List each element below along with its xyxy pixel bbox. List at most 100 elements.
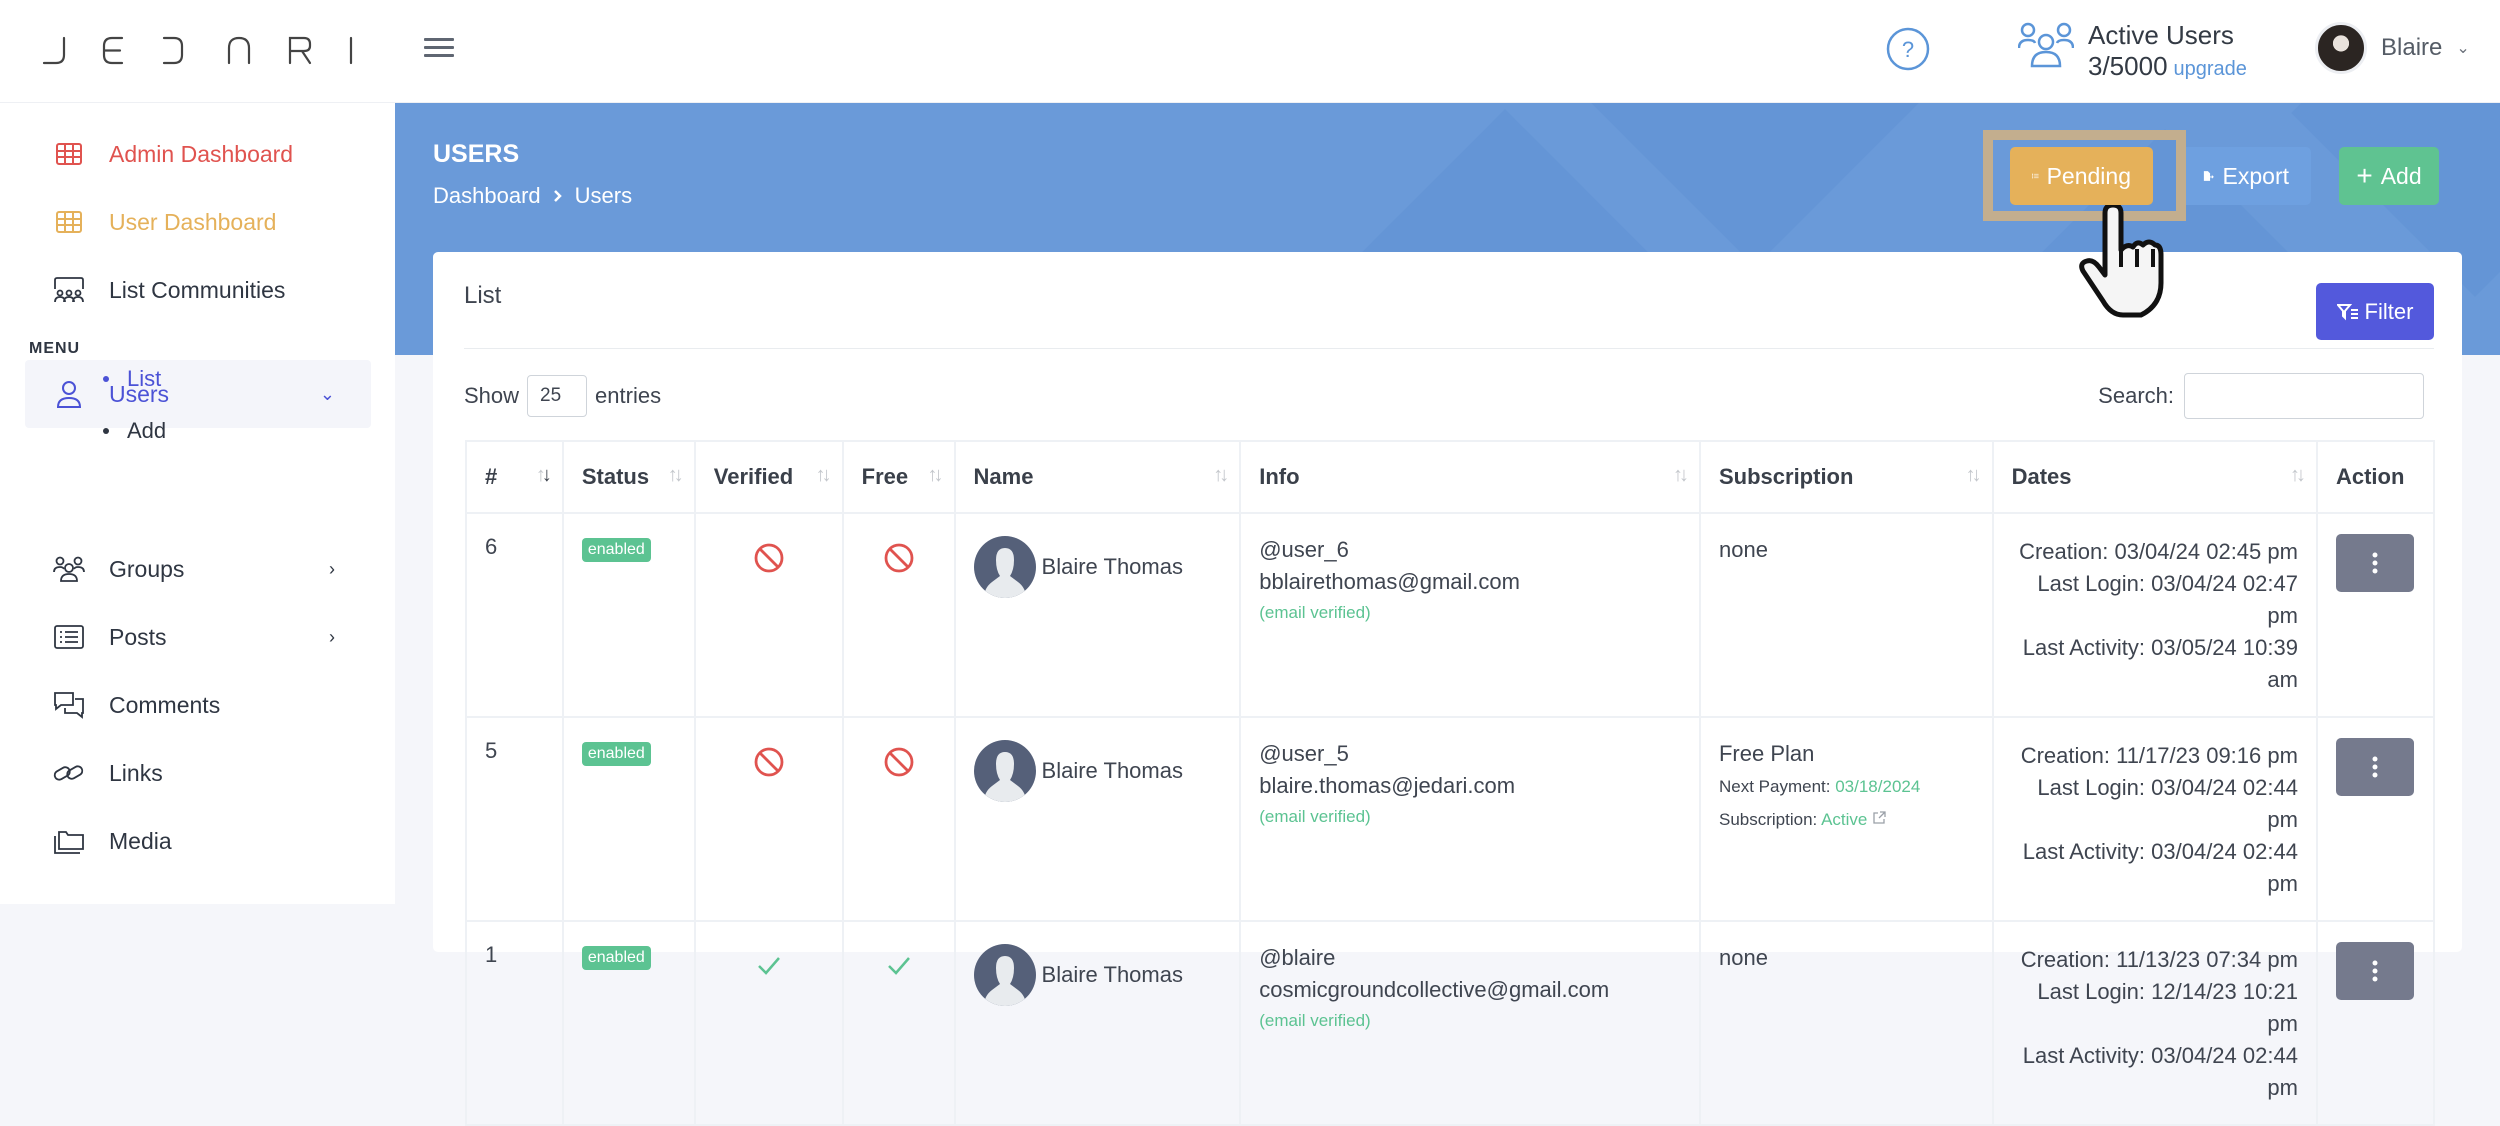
sidebar-item-groups[interactable]: Groups ›: [25, 535, 371, 603]
next-payment-label: Next Payment:: [1718, 777, 1831, 796]
breadcrumb-dashboard[interactable]: Dashboard: [433, 183, 541, 209]
check-icon: [887, 957, 910, 975]
sidebar-item-admin-dashboard[interactable]: Admin Dashboard: [25, 120, 371, 188]
sidebar-item-links[interactable]: Links: [25, 739, 371, 807]
cell-verified: [693, 512, 844, 718]
column-header-verified[interactable]: Verified ↑↓: [693, 440, 844, 514]
column-label: Status: [581, 464, 650, 489]
cell-status: enabled: [561, 512, 696, 718]
add-user-button[interactable]: + Add: [2339, 147, 2439, 205]
sidebar-subitem-add[interactable]: Add: [103, 418, 166, 444]
user-menu-button[interactable]: Blaire ⌄: [2315, 22, 2470, 74]
cell-name: Blaire Thomas: [953, 920, 1242, 1126]
export-button[interactable]: Export: [2181, 147, 2311, 205]
page-title: USERS: [433, 140, 520, 168]
sidebar-toggle-button[interactable]: [424, 38, 454, 64]
table-row[interactable]: 6 enabled Blaire Thomas @user_6 bblairet…: [465, 512, 2436, 718]
filter-button[interactable]: Filter: [2316, 283, 2434, 340]
sidebar-subitem-list[interactable]: List: [103, 366, 161, 392]
sidebar-item-list-communities[interactable]: List Communities: [25, 256, 371, 324]
column-header-info[interactable]: Info ↑↓: [1239, 440, 1701, 514]
show-label: Show: [464, 383, 520, 408]
avatar[interactable]: [973, 536, 1036, 598]
username: @user_5: [1259, 741, 1349, 766]
chevron-right-icon: [553, 190, 562, 202]
sidebar-item-comments[interactable]: Comments: [25, 671, 371, 739]
external-link-icon[interactable]: [1872, 811, 1886, 825]
table-row[interactable]: 5 enabled Blaire Thomas @user_5 blaire.t…: [465, 716, 2436, 922]
sidebar-item-posts[interactable]: Posts ›: [25, 603, 371, 671]
filter-icon: [2336, 303, 2358, 320]
breadcrumb: Dashboard Users: [433, 183, 632, 209]
list-icon: [2032, 173, 2039, 179]
column-header-status[interactable]: Status ↑↓: [561, 440, 696, 514]
cell-subscription: Free Plan Next Payment: 03/18/2024 Subscri…: [1698, 716, 1994, 922]
grid-icon: [53, 138, 85, 170]
column-header-id[interactable]: # ↑↓: [465, 440, 564, 514]
sort-icon: ↑↓: [1965, 464, 1982, 486]
cell-info: @user_6 bblairethomas@gmail.com (email v…: [1239, 512, 1701, 718]
status-badge: enabled: [581, 946, 651, 970]
table-row[interactable]: 1 enabled Blaire Thomas @blaire cosmicgr…: [465, 920, 2436, 1126]
cell-info: @blaire cosmicgroundcollective@gmail.com…: [1239, 920, 1701, 1126]
sidebar-item-label: User Dashboard: [109, 208, 277, 235]
user-name-link[interactable]: Blaire Thomas: [1042, 758, 1183, 784]
entries-label: entries: [595, 383, 662, 408]
top-header: ? Active Users 3/5000 upgrade Blaire ⌄: [0, 0, 2500, 103]
next-payment-date: 03/18/2024: [1835, 777, 1921, 796]
username: @user_6: [1259, 537, 1349, 562]
column-header-subscription[interactable]: Subscription ↑↓: [1698, 440, 1994, 514]
jedari-logo[interactable]: [42, 30, 362, 70]
cell-verified: [693, 920, 844, 1126]
column-header-free[interactable]: Free ↑↓: [841, 440, 956, 514]
cell-action: [2315, 920, 2436, 1126]
pending-button[interactable]: Pending: [2010, 147, 2153, 205]
pending-label: Pending: [2046, 162, 2131, 189]
question-circle-icon[interactable]: ?: [1885, 26, 1931, 72]
search-input[interactable]: [2184, 373, 2424, 419]
last-login-date: Last Login: 12/14/23 10:21 pm: [2037, 979, 2298, 1036]
user-name-link[interactable]: Blaire Thomas: [1042, 962, 1183, 988]
chevron-right-icon: ›: [329, 558, 335, 579]
upgrade-link[interactable]: upgrade: [2174, 58, 2247, 80]
sidebar-item-media[interactable]: Media: [25, 807, 371, 875]
row-actions-button[interactable]: [2335, 942, 2414, 1000]
cell-subscription: none: [1698, 920, 1994, 1126]
hamburger-line: [424, 38, 454, 41]
sort-icon: ↑↓: [1672, 464, 1689, 486]
status-badge: enabled: [581, 742, 651, 766]
menu-section-label: MENU: [29, 340, 81, 357]
entries-per-page-select[interactable]: 25: [527, 375, 588, 417]
subscription-status-link[interactable]: Active: [1821, 810, 1867, 829]
divider: [464, 348, 2434, 349]
column-label: Name: [973, 464, 1034, 489]
avatar[interactable]: [973, 944, 1036, 1006]
chevron-right-icon: ›: [329, 626, 335, 647]
creation-date: Creation: 11/13/23 07:34 pm: [2020, 947, 2298, 972]
column-header-dates[interactable]: Dates ↑↓: [1991, 440, 2318, 514]
user-name-link[interactable]: Blaire Thomas: [1042, 554, 1183, 580]
cell-id: 6: [465, 512, 564, 718]
row-actions-button[interactable]: [2335, 534, 2414, 592]
avatar[interactable]: [973, 740, 1036, 802]
search-label: Search:: [2098, 383, 2174, 408]
search-control: Search:: [2098, 373, 2424, 419]
hamburger-line: [424, 54, 454, 57]
row-actions-button[interactable]: [2335, 738, 2414, 796]
user-id: 1: [485, 942, 498, 967]
sidebar-item-user-dashboard[interactable]: User Dashboard: [25, 188, 371, 256]
card-title: List: [464, 282, 502, 309]
email: cosmicgroundcollective@gmail.com: [1259, 977, 1610, 1002]
column-label: Action: [2335, 464, 2405, 489]
comments-icon: [53, 689, 85, 721]
svg-text:?: ?: [1902, 37, 1914, 62]
file-export-icon: [2203, 171, 2214, 181]
last-login-date: Last Login: 03/04/24 02:44 pm: [2037, 775, 2298, 832]
ban-icon: [884, 747, 913, 777]
ban-icon: [754, 543, 784, 573]
username: @blaire: [1259, 945, 1336, 970]
sidebar-item-users[interactable]: Users ⌄: [25, 360, 371, 428]
active-users-count: 3/5000: [2088, 51, 2168, 82]
column-header-name[interactable]: Name ↑↓: [953, 440, 1242, 514]
status-badge: enabled: [581, 538, 651, 562]
